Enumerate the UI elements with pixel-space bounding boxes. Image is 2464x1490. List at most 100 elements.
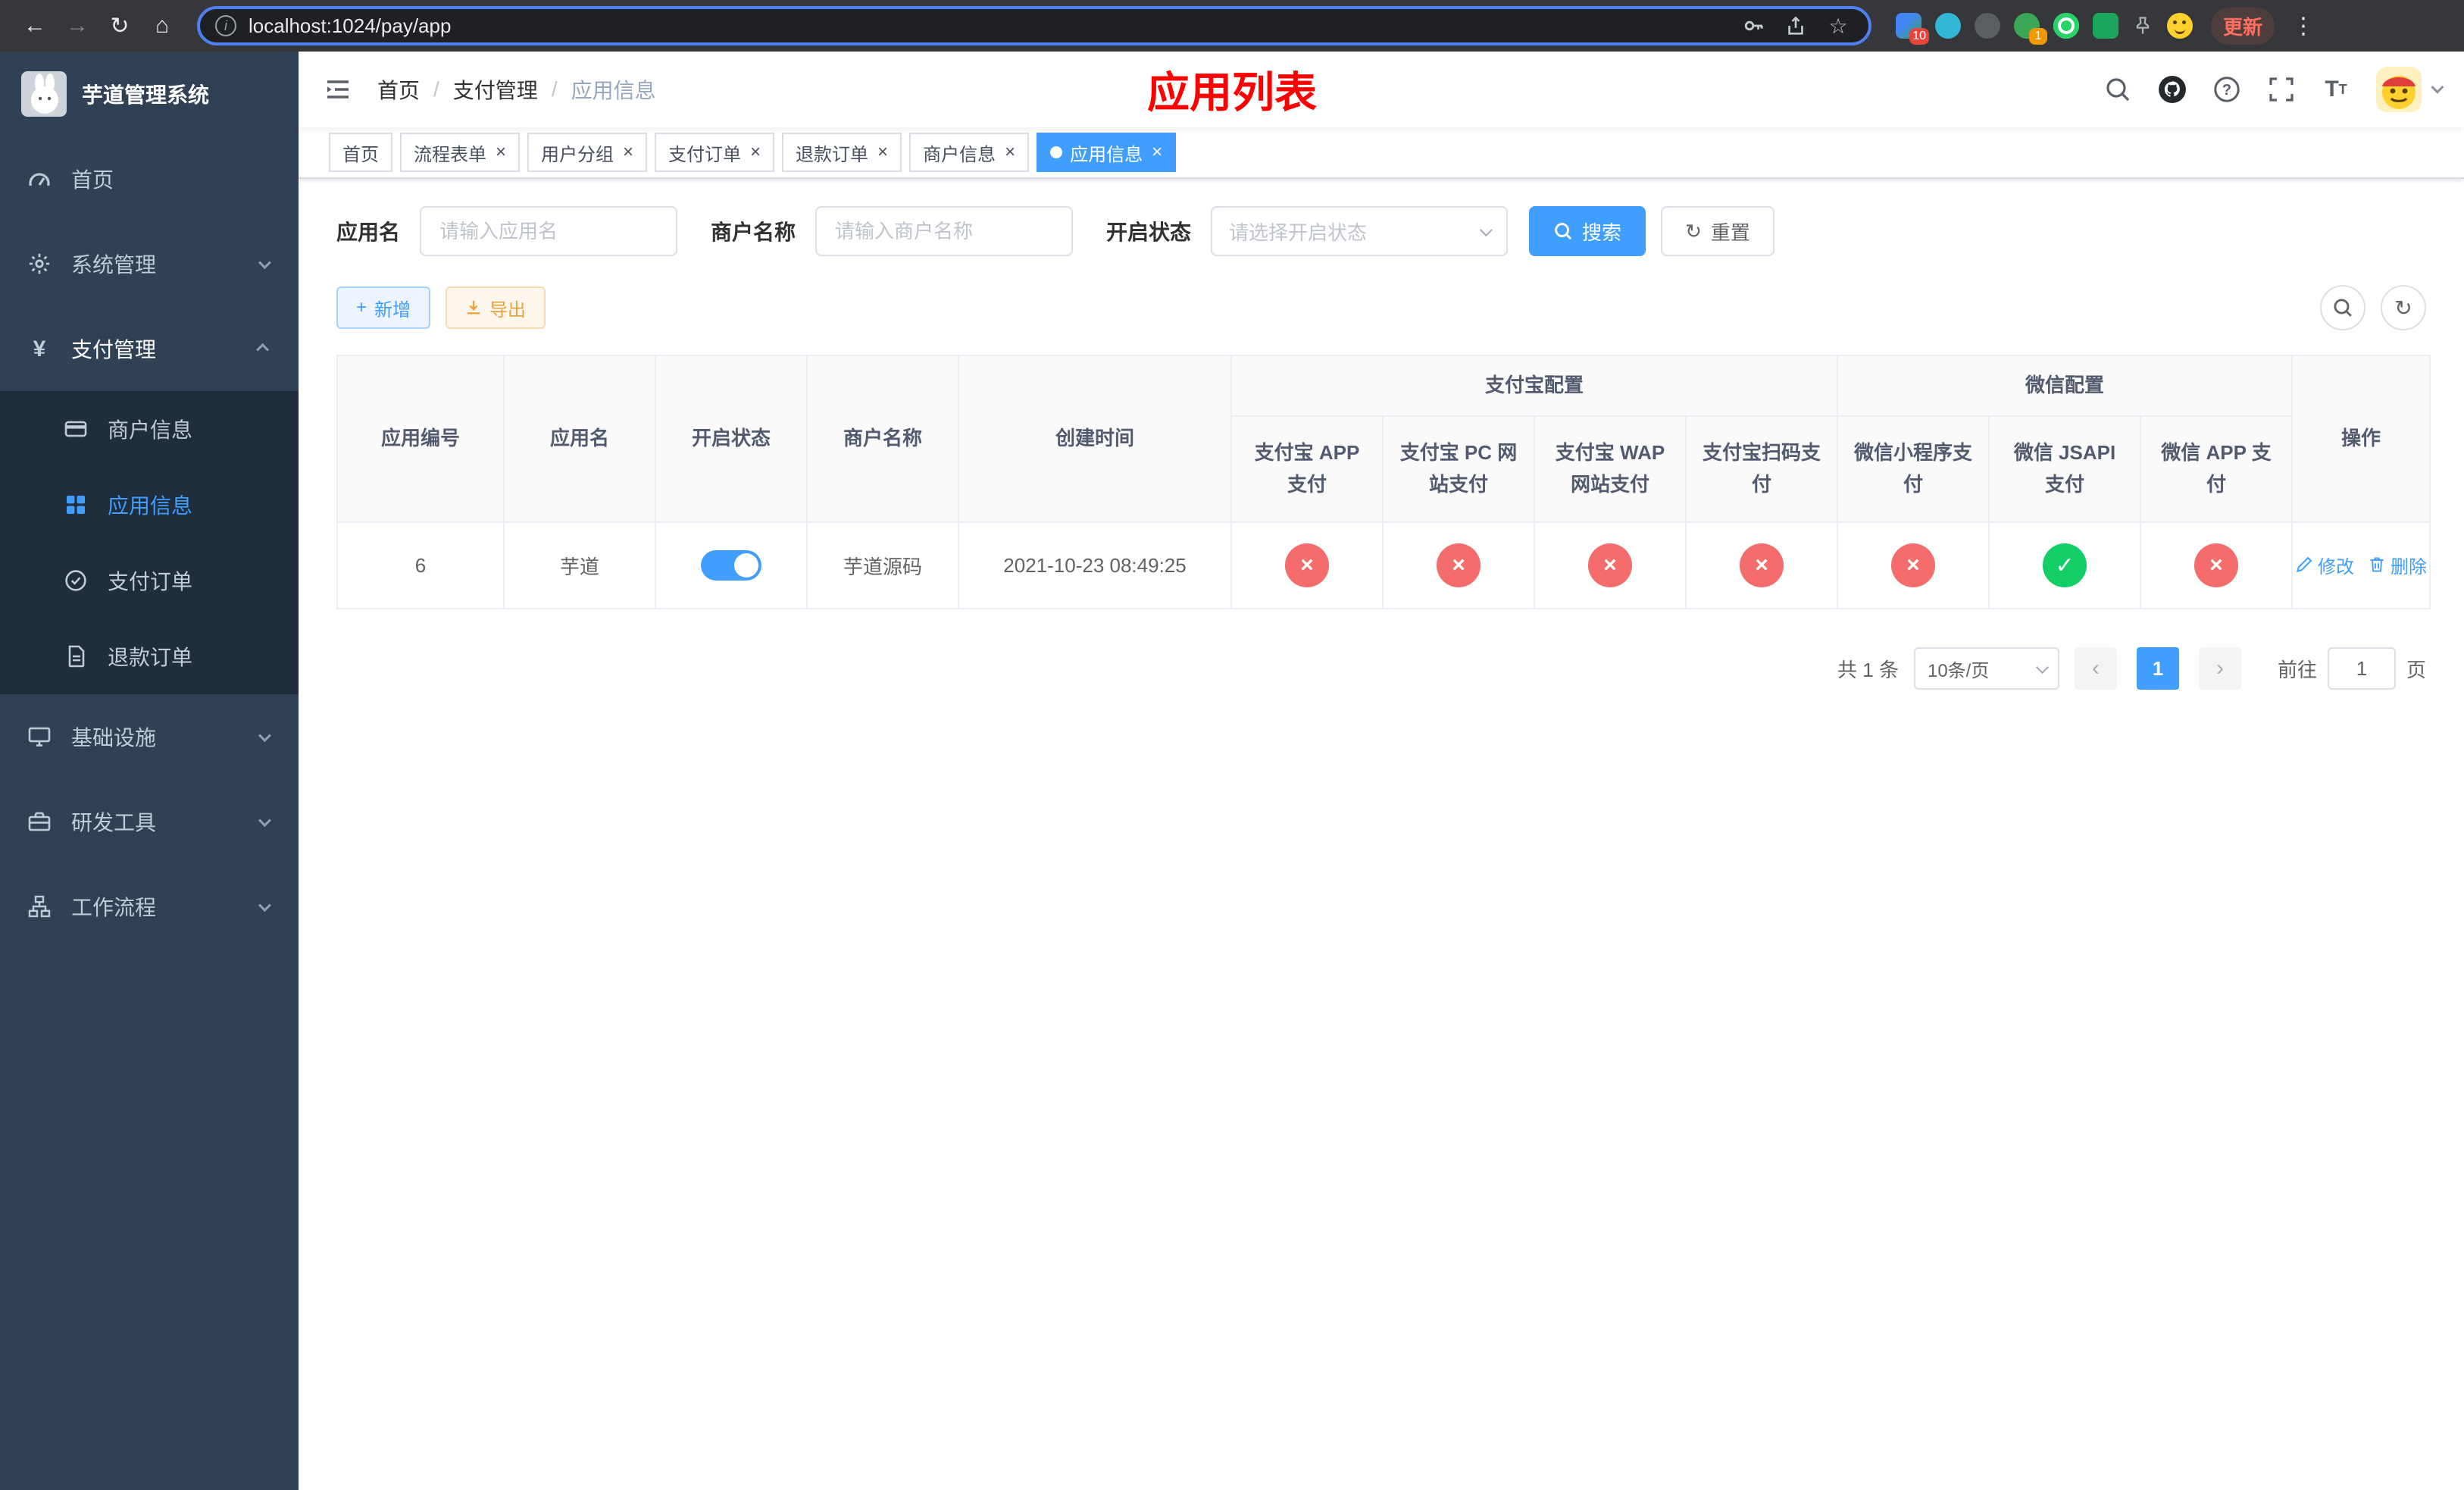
password-key-icon[interactable]: [1738, 11, 1768, 41]
extension-icon-3[interactable]: [1975, 13, 2000, 39]
sidebar-item-label: 工作流程: [71, 896, 157, 919]
sidebar-item-payment[interactable]: ¥ 支付管理: [0, 306, 299, 391]
extension-count-badge: 1: [2029, 28, 2047, 45]
cross-icon: ×: [1755, 552, 1768, 578]
sidebar-item-dev-tools[interactable]: 研发工具: [0, 779, 299, 864]
tab-app-info[interactable]: 应用信息 ×: [1037, 133, 1177, 172]
grid-icon: [64, 493, 88, 517]
group-header-alipay-config: 支付宝配置: [1230, 355, 1839, 417]
sidebar-item-merchant-info[interactable]: 商户信息: [0, 391, 299, 467]
column-header-app-id[interactable]: 应用编号: [336, 355, 505, 523]
column-header-create-time[interactable]: 创建时间: [958, 355, 1232, 523]
tab-payment-orders[interactable]: 支付订单 ×: [655, 133, 775, 172]
help-icon[interactable]: ?: [2212, 75, 2241, 104]
sidebar-item-label: 支付管理: [71, 338, 157, 362]
extension-icon-4[interactable]: 1: [2014, 13, 2047, 45]
column-header-alipay-app[interactable]: 支付宝 APP 支付: [1230, 415, 1384, 523]
column-header-wx-jsapi[interactable]: 微信 JSAPI 支付: [1988, 415, 2142, 523]
disabled-status-icon: ×: [1891, 543, 1936, 587]
status-select[interactable]: 请选择开启状态: [1211, 206, 1509, 256]
header-search-icon[interactable]: [2103, 75, 2132, 104]
cell-alipay-app: ×: [1230, 521, 1384, 609]
column-header-alipay-pc[interactable]: 支付宝 PC 网站支付: [1382, 415, 1535, 523]
column-header-alipay-wap[interactable]: 支付宝 WAP 网站支付: [1534, 415, 1687, 523]
dashboard-icon: [27, 167, 52, 191]
sidebar-item-system[interactable]: 系统管理: [0, 221, 299, 306]
extension-icon-1[interactable]: 10: [1896, 13, 1929, 45]
disabled-status-icon: ×: [1437, 543, 1481, 587]
refresh-table-button[interactable]: ↻: [2381, 285, 2426, 330]
github-icon[interactable]: [2158, 75, 2187, 104]
close-icon[interactable]: ×: [750, 143, 761, 161]
sidebar-logo[interactable]: 芋道管理系统: [0, 52, 299, 136]
share-icon[interactable]: [1781, 11, 1811, 41]
column-header-app-name[interactable]: 应用名: [503, 355, 656, 523]
breadcrumb-home[interactable]: 首页: [377, 74, 420, 105]
prev-page-button[interactable]: ‹: [2074, 647, 2117, 690]
sidebar-item-label: 研发工具: [71, 811, 157, 834]
browser-back-icon[interactable]: ←: [15, 6, 55, 45]
sidebar-toggle-icon[interactable]: [323, 74, 353, 105]
tab-user-group[interactable]: 用户分组 ×: [527, 133, 648, 172]
chevron-down-icon: [258, 729, 271, 743]
close-icon[interactable]: ×: [496, 143, 506, 161]
extension-emoji-icon[interactable]: [2167, 13, 2193, 39]
tab-refund-orders[interactable]: 退款订单 ×: [782, 133, 902, 172]
column-header-alipay-qr[interactable]: 支付宝扫码支付: [1684, 415, 1839, 523]
sidebar-item-workflow[interactable]: 工作流程: [0, 864, 299, 949]
browser-home-icon[interactable]: ⌂: [142, 6, 182, 45]
add-button[interactable]: + 新增: [336, 286, 431, 329]
cell-alipay-qr: ×: [1684, 521, 1839, 609]
column-header-merchant-name[interactable]: 商户名称: [806, 355, 959, 523]
status-toggle[interactable]: [701, 550, 761, 581]
bookmark-star-icon[interactable]: ☆: [1823, 11, 1853, 41]
sidebar-item-app-info[interactable]: 应用信息: [0, 467, 299, 543]
toggle-search-button[interactable]: [2320, 285, 2366, 330]
svg-text:?: ?: [2222, 82, 2231, 99]
sidebar-item-infrastructure[interactable]: 基础设施: [0, 694, 299, 779]
cell-merchant-name: 芋道源码: [806, 521, 959, 609]
browser-forward-icon[interactable]: →: [58, 6, 97, 45]
browser-reload-icon[interactable]: ↻: [100, 6, 139, 45]
search-button[interactable]: 搜索: [1529, 206, 1646, 256]
address-bar[interactable]: i localhost:1024/pay/app ☆: [197, 6, 1871, 45]
extension-icon-2[interactable]: [1935, 13, 1961, 39]
browser-menu-icon[interactable]: ⋮: [2284, 6, 2323, 45]
reset-button[interactable]: ↻ 重置: [1661, 206, 1775, 256]
tab-process-form[interactable]: 流程表单 ×: [400, 133, 521, 172]
edit-link-label: 修改: [2318, 556, 2355, 578]
sidebar-item-refund-orders[interactable]: 退款订单: [0, 618, 299, 694]
delete-link[interactable]: 删除: [2368, 552, 2427, 578]
close-icon[interactable]: ×: [1005, 143, 1015, 161]
top-navbar: 首页 / 支付管理 / 应用信息 应用列表 ? T T: [299, 52, 2464, 127]
goto-page-input[interactable]: [2327, 647, 2396, 690]
fullscreen-icon[interactable]: [2267, 75, 2296, 104]
extension-icon-5[interactable]: [2053, 13, 2079, 39]
close-icon[interactable]: ×: [623, 143, 633, 161]
pinned-extension-pin-icon[interactable]: [2132, 15, 2153, 36]
export-button[interactable]: 导出: [446, 286, 546, 329]
site-info-icon[interactable]: i: [215, 15, 236, 36]
tab-home[interactable]: 首页: [329, 133, 392, 172]
column-header-wx-lite[interactable]: 微信小程序支付: [1837, 415, 1990, 523]
user-avatar-menu[interactable]: [2376, 67, 2444, 112]
cross-icon: ×: [1452, 552, 1465, 578]
font-size-icon[interactable]: TT: [2322, 75, 2350, 104]
edit-link[interactable]: 修改: [2295, 552, 2354, 578]
tab-merchant-info[interactable]: 商户信息 ×: [909, 133, 1030, 172]
cell-wx-jsapi: ✓: [1988, 521, 2142, 609]
sidebar-item-payment-orders[interactable]: 支付订单: [0, 543, 299, 618]
next-page-button[interactable]: ›: [2198, 647, 2241, 690]
close-icon[interactable]: ×: [1152, 143, 1162, 161]
app-name-input[interactable]: [420, 206, 678, 256]
column-header-status[interactable]: 开启状态: [655, 355, 808, 523]
current-page-button[interactable]: 1: [2136, 647, 2179, 690]
page-size-select[interactable]: 10条/页: [1913, 647, 2059, 690]
sidebar-item-home[interactable]: 首页: [0, 136, 299, 221]
merchant-name-input[interactable]: [815, 206, 1074, 256]
breadcrumb-section[interactable]: 支付管理: [453, 74, 538, 105]
browser-update-button[interactable]: 更新: [2211, 7, 2275, 45]
close-icon[interactable]: ×: [877, 143, 888, 161]
column-header-wx-app[interactable]: 微信 APP 支付: [2140, 415, 2294, 523]
extension-icon-6[interactable]: [2093, 13, 2118, 39]
